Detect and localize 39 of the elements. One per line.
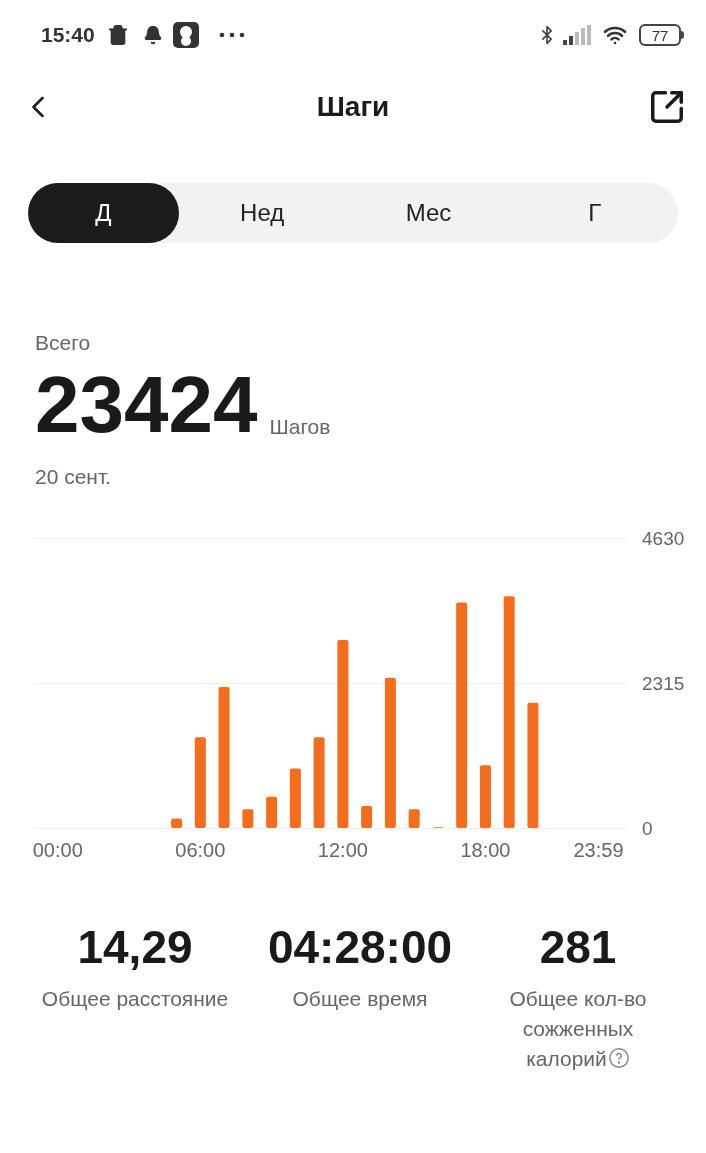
more-icon (218, 32, 245, 38)
battery-level: 77 (651, 27, 669, 43)
total-steps: 23424 (35, 364, 258, 445)
chart-bar (408, 809, 420, 828)
summary-date: 20 сент. (35, 463, 113, 490)
x-axis-label: 12:00 (316, 840, 369, 860)
bell-icon (142, 25, 163, 45)
status-time: 15:40 (41, 22, 95, 49)
share-button[interactable] (648, 88, 686, 126)
app-icon (172, 22, 199, 48)
x-axis-label: 23:59 (572, 840, 625, 860)
page-title: Шаги (316, 90, 390, 124)
y-axis-label: 4630 (642, 529, 685, 548)
chart-bar (289, 768, 301, 828)
stat-value: 281 (539, 924, 617, 970)
stat-label: Общее кол-во сожженных калорий (508, 986, 648, 1072)
chart-bar (479, 765, 491, 828)
period-tab[interactable]: Мес (345, 183, 512, 243)
trash-icon (106, 24, 129, 46)
chart-bar (266, 796, 278, 828)
y-axis-label: 2315 (642, 674, 685, 693)
y-axis-label: 0 (642, 819, 653, 838)
help-icon (607, 1047, 630, 1069)
stat-label: Общее расстояние (41, 986, 229, 1012)
chart-bar (171, 818, 183, 828)
stat-value: 04:28:00 (267, 924, 453, 970)
x-axis-label: 06:00 (174, 840, 227, 860)
x-axis-label: 18:00 (459, 840, 512, 860)
chart-bar (242, 809, 254, 828)
stat-value: 14,29 (77, 924, 193, 970)
x-axis-label: 00:00 (31, 840, 84, 860)
period-tab[interactable]: Г (511, 183, 678, 243)
period-tab[interactable]: Д (28, 183, 179, 243)
period-tab[interactable]: Нед (179, 183, 346, 243)
chart-bar (361, 806, 373, 828)
signal-icon (563, 25, 591, 45)
steps-unit: Шагов (269, 414, 331, 440)
stat-label: Общее время (292, 986, 428, 1012)
summary-label: Всего (35, 330, 92, 356)
